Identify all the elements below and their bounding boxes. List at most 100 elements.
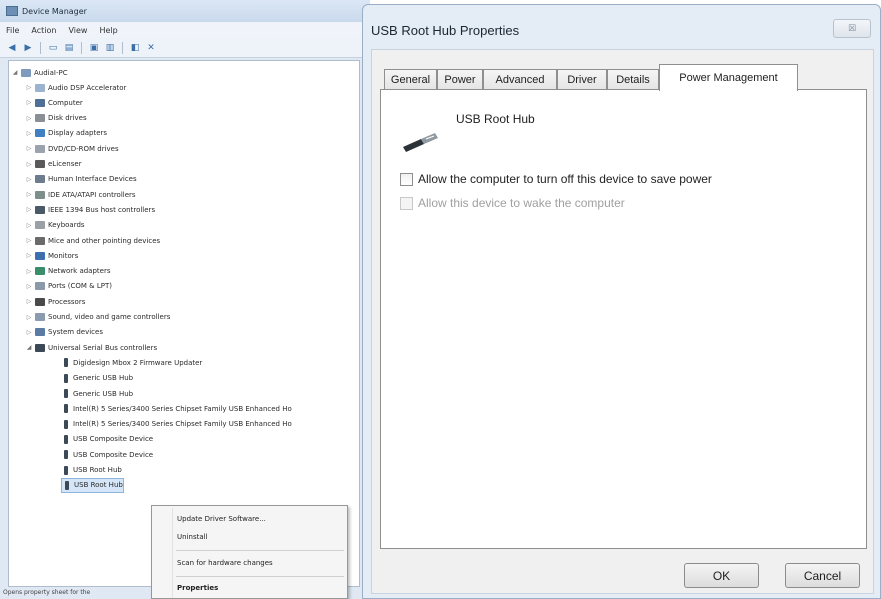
tree-category[interactable]: ▷ System devices — [25, 325, 103, 340]
expand-icon[interactable]: ▷ — [25, 222, 33, 229]
expand-icon[interactable]: ▷ — [25, 298, 33, 305]
scan-hardware-icon[interactable]: ◧ — [129, 42, 141, 54]
tree-item-selected[interactable]: USB Root Hub — [61, 477, 124, 493]
tab-general[interactable]: General — [384, 69, 437, 90]
tree-category[interactable]: ▷ Network adapters — [25, 264, 111, 279]
allow-wake-checkbox — [400, 196, 413, 210]
tree-category[interactable]: ▷ Keyboards — [25, 218, 85, 233]
expand-icon[interactable]: ▷ — [25, 252, 33, 259]
back-icon[interactable]: ◀ — [6, 42, 18, 54]
menu-action[interactable]: Action — [31, 26, 56, 35]
expand-icon[interactable]: ▷ — [25, 176, 33, 183]
expand-icon[interactable]: ▷ — [25, 283, 33, 290]
tree-category-label: Mice and other pointing devices — [48, 236, 161, 245]
tab-power-management[interactable]: Power Management — [659, 64, 798, 91]
tree-category-label: Audio DSP Accelerator — [48, 83, 127, 92]
tree-category[interactable]: ▷ IEEE 1394 Bus host controllers — [25, 202, 155, 217]
close-button[interactable]: ☒ — [833, 19, 871, 38]
tree-item-label: USB Root Hub — [74, 481, 123, 490]
tree-item[interactable]: USB Composite Device — [61, 447, 153, 462]
menu-item-update-driver[interactable]: Update Driver Software... — [177, 515, 266, 523]
tree-category[interactable]: ▷ eLicenser — [25, 157, 82, 172]
expand-icon[interactable]: ▷ — [25, 329, 33, 336]
device-category-icon — [35, 190, 45, 199]
allow-turn-off-label: Allow the computer to turn off this devi… — [418, 172, 712, 186]
menu-item-scan[interactable]: Scan for hardware changes — [177, 559, 273, 567]
toolbar-separator — [122, 41, 123, 54]
device-category-icon — [35, 313, 45, 321]
tree-category-label: Disk drives — [48, 114, 87, 123]
tree-item[interactable]: USB Root Hub — [61, 463, 122, 478]
tree-item[interactable]: USB Composite Device — [61, 432, 153, 447]
device-category-icon — [35, 343, 45, 352]
tree-item[interactable]: Digidesign Mbox 2 Firmware Updater — [61, 355, 202, 370]
tree-category[interactable]: ▷ Processors — [25, 294, 85, 309]
tree-category-label: Universal Serial Bus controllers — [48, 343, 158, 352]
tree-category[interactable]: ▷ Monitors — [25, 248, 78, 263]
tab-advanced[interactable]: Advanced — [483, 69, 557, 90]
expand-icon[interactable]: ▷ — [25, 314, 33, 321]
expand-icon[interactable]: ▷ — [25, 206, 33, 213]
tree-category[interactable]: ▷ Display adapters — [25, 126, 107, 141]
tree-item[interactable]: Intel(R) 5 Series/3400 Series Chipset Fa… — [61, 417, 292, 432]
expand-icon[interactable]: ▷ — [25, 130, 33, 137]
show-hide-tree-icon[interactable]: ▭ — [47, 42, 59, 54]
expand-icon[interactable]: ▷ — [25, 191, 33, 198]
tree-category[interactable]: ▷ Ports (COM & LPT) — [25, 279, 112, 294]
menu-file[interactable]: File — [6, 26, 19, 35]
allow-turn-off-option[interactable]: Allow the computer to turn off this devi… — [400, 172, 712, 186]
allow-turn-off-checkbox[interactable] — [400, 172, 413, 186]
tree-item-label: USB Composite Device — [73, 435, 154, 444]
expand-icon[interactable]: ▷ — [25, 145, 33, 152]
tree-item[interactable]: Generic USB Hub — [61, 371, 133, 386]
tree-root[interactable]: ◢ AudiaI-PC — [11, 65, 68, 80]
toolbar-separator — [81, 41, 82, 54]
expand-icon[interactable]: ▷ — [25, 268, 33, 275]
device-category-icon — [35, 83, 45, 92]
menu-help[interactable]: Help — [99, 26, 117, 35]
dm-titlebar[interactable]: Device Manager — [0, 0, 370, 22]
tree-category[interactable]: ▷ DVD/CD-ROM drives — [25, 141, 119, 156]
usb-icon — [64, 358, 68, 368]
expand-icon[interactable]: ▷ — [25, 115, 33, 122]
menu-item-uninstall[interactable]: Uninstall — [177, 533, 208, 541]
tree-category[interactable]: ▷ Sound, video and game controllers — [25, 310, 170, 325]
cancel-button[interactable]: Cancel — [785, 563, 860, 588]
expand-icon[interactable]: ▷ — [25, 161, 33, 168]
tree-item[interactable]: Generic USB Hub — [61, 386, 133, 401]
tree-item[interactable]: Intel(R) 5 Series/3400 Series Chipset Fa… — [61, 401, 292, 416]
ok-button[interactable]: OK — [684, 563, 759, 588]
tree-category[interactable]: ◢ Universal Serial Bus controllers — [25, 340, 157, 355]
forward-icon[interactable]: ▶ — [22, 42, 34, 54]
help-icon[interactable]: ▥ — [104, 42, 116, 54]
device-category-icon — [35, 251, 45, 260]
tab-driver[interactable]: Driver — [557, 69, 607, 90]
update-driver-icon[interactable]: ▣ — [88, 42, 100, 54]
tree-category-label: System devices — [48, 328, 103, 337]
expand-icon[interactable]: ▷ — [25, 99, 33, 106]
tree-category[interactable]: ▷ Disk drives — [25, 111, 87, 126]
tree-category-label: Human Interface Devices — [48, 175, 137, 184]
expand-icon[interactable]: ▷ — [25, 237, 33, 244]
dm-menubar: File Action View Help — [0, 22, 370, 38]
device-category-icon — [35, 297, 45, 306]
usb-icon — [64, 373, 68, 383]
menu-view[interactable]: View — [68, 26, 87, 35]
menu-item-properties[interactable]: Properties — [177, 584, 218, 592]
tab-power[interactable]: Power — [437, 69, 483, 90]
menu-gutter — [172, 508, 173, 598]
tree-category[interactable]: ▷ IDE ATA/ATAPI controllers — [25, 187, 136, 202]
tree-category-label: Display adapters — [48, 129, 108, 138]
uninstall-icon[interactable]: ✕ — [145, 42, 157, 54]
tree-category[interactable]: ▷ Mice and other pointing devices — [25, 233, 160, 248]
tree-category[interactable]: ▷ Audio DSP Accelerator — [25, 80, 126, 95]
usb-icon — [64, 434, 68, 444]
tree-category[interactable]: ▷ Human Interface Devices — [25, 172, 137, 187]
tree-item-label: Digidesign Mbox 2 Firmware Updater — [73, 358, 203, 367]
tab-details[interactable]: Details — [607, 69, 659, 90]
collapse-icon[interactable]: ◢ — [25, 344, 33, 351]
expand-icon[interactable]: ▷ — [25, 84, 33, 91]
properties-icon[interactable]: ▤ — [63, 42, 75, 54]
collapse-icon[interactable]: ◢ — [11, 69, 19, 76]
tree-category[interactable]: ▷ Computer — [25, 95, 83, 110]
